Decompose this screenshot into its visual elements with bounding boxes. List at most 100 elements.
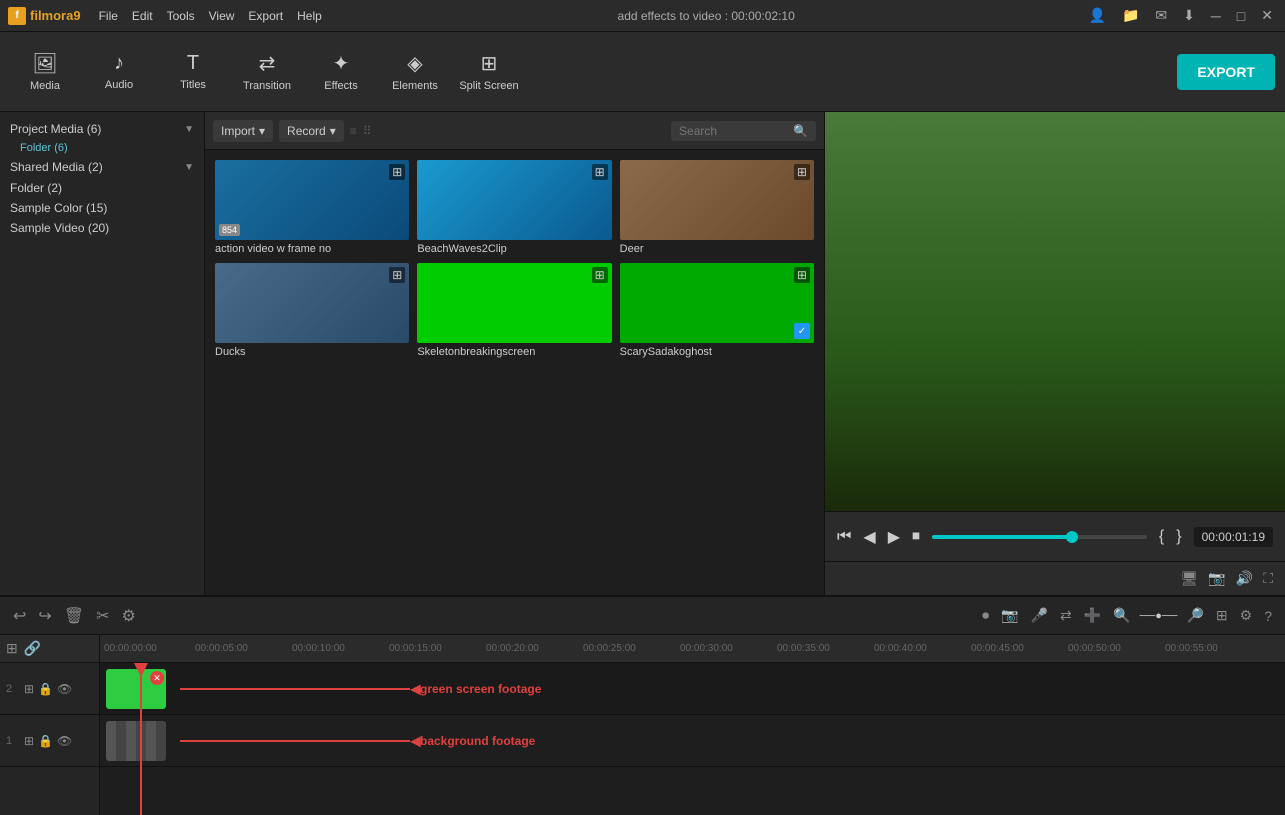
- import-button[interactable]: Import ▾: [213, 120, 273, 142]
- ruler-20: 00:00:20:00: [486, 643, 539, 654]
- media-thumb-action[interactable]: ⊞ 854 action video w frame no: [215, 160, 409, 255]
- close-btn[interactable]: ✕: [1257, 5, 1277, 26]
- toolbar-elements[interactable]: ◈ Elements: [380, 37, 450, 107]
- zoom-out-icon[interactable]: 🔍: [1110, 604, 1133, 627]
- maximize-btn[interactable]: □: [1233, 6, 1249, 26]
- sidebar-item-sample-video[interactable]: Sample Video (20): [0, 218, 204, 238]
- menu-view[interactable]: View: [203, 7, 241, 25]
- menu-edit[interactable]: Edit: [126, 7, 159, 25]
- sidebar-item-folder-2[interactable]: Folder (2): [0, 178, 204, 198]
- background-clip[interactable]: [106, 721, 166, 761]
- media-thumb-skeleton-label: Skeletonbreakingscreen: [417, 346, 611, 358]
- delete-button[interactable]: 🗑: [61, 603, 87, 629]
- play-button[interactable]: ▶: [888, 527, 900, 547]
- preview-video: [825, 112, 1285, 511]
- export-button[interactable]: EXPORT: [1177, 54, 1275, 90]
- folder-icon[interactable]: 📁: [1118, 5, 1143, 26]
- sidebar-item-sample-color[interactable]: Sample Color (15): [0, 198, 204, 218]
- settings-icon[interactable]: ⚙: [1237, 604, 1256, 627]
- minimize-btn[interactable]: ─: [1207, 6, 1225, 26]
- sidebar-item-project-media[interactable]: Project Media (6) ▼: [0, 118, 204, 140]
- record-label: Record: [287, 124, 326, 138]
- timeline-area: ↩ ↪ 🗑 ✂ ⚙ ⏺ 📷 🎤 ⇄ ➕ 🔍 ──●── 🔎 ⊞ ⚙ ? ⊞ 🔗 …: [0, 595, 1285, 815]
- toolbar-titles[interactable]: T Titles: [158, 37, 228, 107]
- help-tl-icon[interactable]: ?: [1261, 605, 1275, 627]
- track-eye-icon-2[interactable]: 👁: [57, 682, 72, 696]
- cut-button[interactable]: ✂: [93, 603, 112, 629]
- step-back-button[interactable]: ◀: [863, 527, 875, 547]
- search-input[interactable]: [679, 124, 789, 138]
- titlebar-left: f filmora9 File Edit Tools View Export H…: [8, 7, 328, 25]
- green-screen-clip[interactable]: ✕: [106, 669, 166, 709]
- screen-icon[interactable]: 🖥: [1181, 570, 1199, 587]
- stop-button[interactable]: ⏹: [912, 528, 920, 546]
- annotation-arrow-left-green: ◀: [410, 680, 421, 697]
- timeline-toolbar: ↩ ↪ 🗑 ✂ ⚙ ⏺ 📷 🎤 ⇄ ➕ 🔍 ──●── 🔎 ⊞ ⚙ ?: [0, 597, 1285, 635]
- ruler-0: 00:00:00:00: [104, 643, 157, 654]
- clip-remove-icon[interactable]: ✕: [150, 671, 164, 685]
- sidebar-item-shared-media[interactable]: Shared Media (2) ▼: [0, 156, 204, 178]
- media-thumb-deer-img: ⊞: [620, 160, 814, 240]
- toolbar-effects[interactable]: ✦ Effects: [306, 37, 376, 107]
- bracket-right-icon: }: [1176, 528, 1181, 546]
- progress-bar[interactable]: [932, 535, 1147, 539]
- add-clip-icon[interactable]: ➕: [1081, 604, 1104, 627]
- sidebar-item-folder-6[interactable]: Folder (6): [0, 140, 204, 156]
- menu-tools[interactable]: Tools: [161, 7, 201, 25]
- background-footage-label: background footage: [420, 734, 535, 748]
- undo-button[interactable]: ↩: [10, 603, 29, 629]
- bike-scene: [825, 112, 1285, 511]
- download-icon[interactable]: ⬇: [1179, 5, 1199, 26]
- skip-back-button[interactable]: ⏮: [837, 528, 851, 546]
- track-num-2: 2: [6, 683, 20, 695]
- media-thumb-deer[interactable]: ⊞ Deer: [620, 160, 814, 255]
- record-icon[interactable]: ⏺: [979, 604, 992, 627]
- toolbar-titles-label: Titles: [180, 79, 206, 91]
- track-lock-icon-1[interactable]: 🔒: [38, 734, 53, 748]
- toolbar-transition[interactable]: ⇄ Transition: [232, 37, 302, 107]
- media-thumb-beach[interactable]: ⊞ BeachWaves2Clip: [417, 160, 611, 255]
- menu-file[interactable]: File: [93, 7, 124, 25]
- media-thumb-ducks-label: Ducks: [215, 346, 409, 358]
- fullscreen-icon[interactable]: ⛶: [1263, 570, 1273, 587]
- grid-icon[interactable]: ⠿: [363, 124, 372, 138]
- progress-thumb[interactable]: [1066, 531, 1078, 543]
- record-button[interactable]: Record ▾: [279, 120, 344, 142]
- camera-icon[interactable]: 📷: [1208, 570, 1225, 587]
- transition-tl-icon[interactable]: ⇄: [1057, 604, 1075, 627]
- ruler-10: 00:00:10:00: [292, 643, 345, 654]
- track-lock-icon-2[interactable]: 🔒: [38, 682, 53, 696]
- track-eye-icon-1[interactable]: 👁: [57, 734, 72, 748]
- adjust-button[interactable]: ⚙: [119, 603, 139, 629]
- selected-check-icon: ✓: [794, 323, 810, 339]
- track-label-2: 2 ⊞ 🔒 👁: [0, 663, 99, 715]
- snapshot-icon[interactable]: 📷: [998, 604, 1021, 627]
- voice-icon[interactable]: 🎤: [1028, 604, 1051, 627]
- volume-icon[interactable]: 🔊: [1236, 570, 1253, 587]
- media-thumb-skeleton[interactable]: ⊞ Skeletonbreakingscreen: [417, 263, 611, 358]
- elements-icon: ◈: [407, 51, 422, 76]
- menu-export[interactable]: Export: [242, 7, 289, 25]
- media-thumb-ducks[interactable]: ⊞ Ducks: [215, 263, 409, 358]
- add-track-icon[interactable]: ⊞: [1213, 604, 1231, 627]
- titles-icon: T: [187, 52, 199, 75]
- annotation-line-bg: [180, 740, 410, 742]
- redo-button[interactable]: ↪: [35, 603, 54, 629]
- zoom-in-icon[interactable]: 🔎: [1183, 604, 1206, 627]
- media-thumb-scary[interactable]: ⊞ ✓ ScarySadakoghost: [620, 263, 814, 358]
- toolbar-audio[interactable]: ♪ Audio: [84, 37, 154, 107]
- link-icon[interactable]: 🔗: [24, 640, 41, 657]
- media-toolbar: Import ▾ Record ▾ ≡ ⠿ 🔍: [205, 112, 824, 150]
- playhead[interactable]: [140, 663, 142, 815]
- timeline-body: ⊞ 🔗 2 ⊞ 🔒 👁 1 ⊞ 🔒 👁 00:00:00:00 00:00:05…: [0, 635, 1285, 815]
- zoom-display: ──●──: [1140, 610, 1178, 622]
- record-arrow-icon: ▾: [330, 124, 336, 138]
- toolbar-split-screen[interactable]: ⊞ Split Screen: [454, 37, 524, 107]
- snap-icon[interactable]: ⊞: [6, 640, 18, 657]
- mail-icon[interactable]: ✉: [1151, 5, 1171, 26]
- user-icon[interactable]: 👤: [1085, 5, 1110, 26]
- menu-help[interactable]: Help: [291, 7, 328, 25]
- filter-icon[interactable]: ≡: [350, 124, 357, 138]
- toolbar-split-screen-label: Split Screen: [459, 80, 518, 92]
- toolbar-media[interactable]: 🖼 Media: [10, 37, 80, 107]
